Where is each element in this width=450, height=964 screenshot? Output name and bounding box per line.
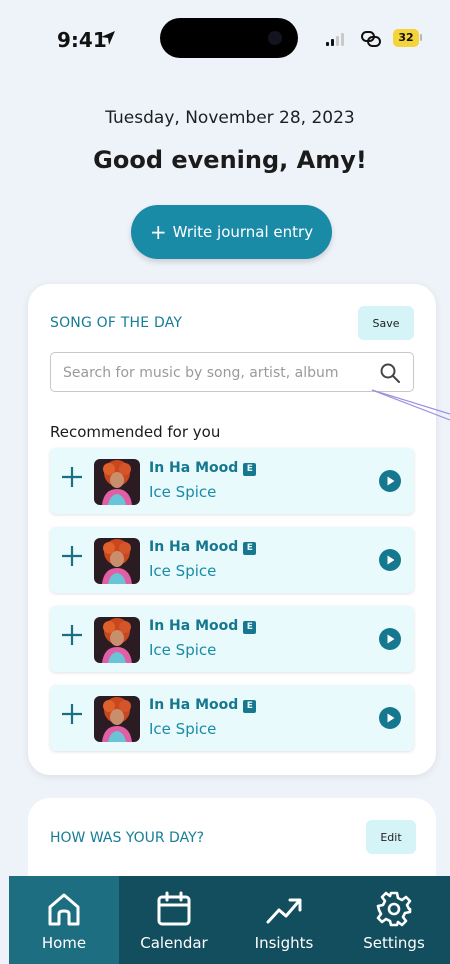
explicit-badge: E — [243, 542, 257, 555]
write-journal-entry-button[interactable]: + Write journal entry — [131, 205, 332, 259]
search-icon[interactable] — [379, 362, 401, 384]
song-row[interactable]: In Ha Mood E Ice Spice — [50, 606, 414, 672]
play-icon[interactable] — [379, 707, 401, 729]
song-title: In Ha Mood E — [149, 539, 257, 555]
play-icon[interactable] — [379, 628, 401, 650]
song-artist: Ice Spice — [149, 562, 217, 580]
date-label: Tuesday, November 28, 2023 — [105, 108, 355, 128]
song-of-the-day-card: SONG OF THE DAY Save Recommended for you… — [28, 284, 436, 775]
album-art — [94, 538, 140, 584]
tab-settings[interactable]: Settings — [339, 876, 449, 964]
add-song-icon[interactable] — [60, 702, 84, 726]
plus-icon: + — [149, 220, 167, 244]
song-title: In Ha Mood E — [149, 697, 257, 713]
calendar-icon — [157, 891, 191, 926]
song-title-text: In Ha Mood — [149, 618, 239, 634]
tab-home[interactable]: Home — [9, 876, 119, 964]
home-icon — [48, 893, 80, 926]
play-icon[interactable] — [379, 549, 401, 571]
song-title: In Ha Mood E — [149, 460, 257, 476]
trending-up-icon — [266, 898, 302, 924]
song-row[interactable]: In Ha Mood E Ice Spice — [50, 527, 414, 593]
camera-icon — [268, 31, 282, 45]
write-journal-entry-label: Write journal entry — [172, 223, 314, 241]
song-title-text: In Ha Mood — [149, 697, 239, 713]
song-row[interactable]: In Ha Mood E Ice Spice — [50, 685, 414, 751]
link-icon — [361, 31, 381, 47]
tab-insights[interactable]: Insights — [229, 876, 339, 964]
album-art — [94, 617, 140, 663]
dynamic-island — [160, 18, 298, 58]
song-title: In Ha Mood E — [149, 618, 257, 634]
recommended-label: Recommended for you — [50, 423, 221, 441]
cellular-signal-icon — [326, 33, 344, 46]
edit-button[interactable]: Edit — [366, 820, 416, 854]
song-card-title: SONG OF THE DAY — [50, 315, 183, 331]
song-artist: Ice Spice — [149, 720, 217, 738]
save-button[interactable]: Save — [358, 306, 414, 340]
tab-calendar-label: Calendar — [140, 934, 208, 952]
bottom-tab-bar: Home Calendar Insights Settings — [9, 876, 450, 964]
battery-indicator: 32 — [393, 29, 419, 47]
add-song-icon[interactable] — [60, 544, 84, 568]
tab-settings-label: Settings — [363, 934, 425, 952]
battery-cap — [420, 34, 422, 41]
tab-calendar[interactable]: Calendar — [119, 876, 229, 964]
song-title-text: In Ha Mood — [149, 539, 239, 555]
location-arrow-icon — [101, 31, 115, 45]
song-artist: Ice Spice — [149, 641, 217, 659]
album-art — [94, 459, 140, 505]
play-icon[interactable] — [379, 470, 401, 492]
add-song-icon[interactable] — [60, 465, 84, 489]
tab-home-label: Home — [41, 934, 87, 952]
gear-icon — [376, 891, 412, 927]
explicit-badge: E — [243, 700, 257, 713]
greeting-title: Good evening, Amy! — [93, 146, 367, 174]
album-art — [94, 696, 140, 742]
song-title-text: In Ha Mood — [149, 460, 239, 476]
music-search-box — [50, 352, 414, 392]
music-search-input[interactable] — [63, 362, 373, 384]
status-bar: 9:41 32 — [0, 0, 450, 80]
add-song-icon[interactable] — [60, 623, 84, 647]
song-row[interactable]: In Ha Mood E Ice Spice — [50, 448, 414, 514]
tab-insights-label: Insights — [254, 934, 314, 952]
song-artist: Ice Spice — [149, 483, 217, 501]
explicit-badge: E — [243, 621, 257, 634]
explicit-badge: E — [243, 463, 257, 476]
day-card-title: HOW WAS YOUR DAY? — [50, 830, 205, 846]
